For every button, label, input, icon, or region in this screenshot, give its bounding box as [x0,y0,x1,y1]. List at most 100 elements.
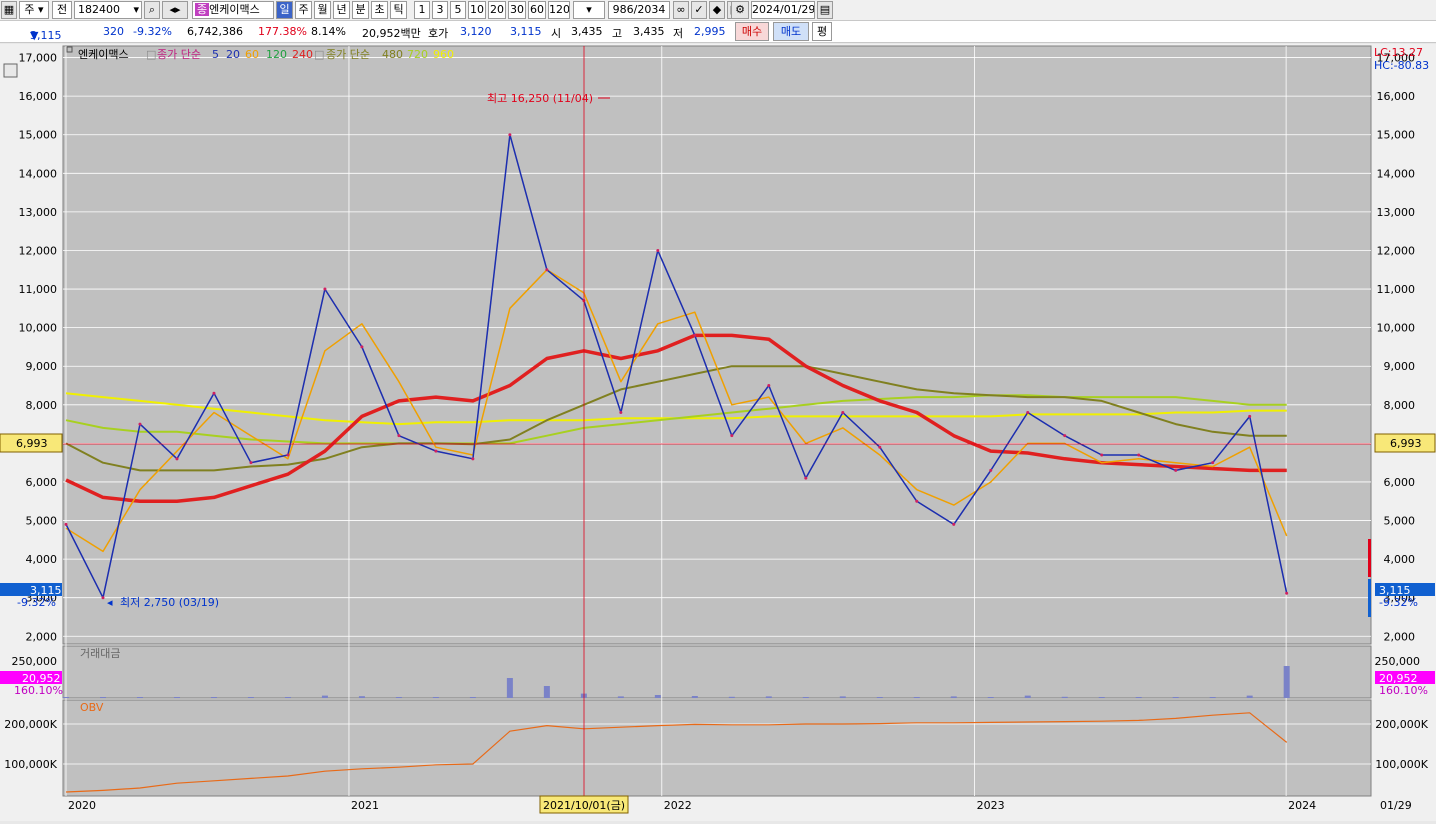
gear-icon[interactable]: ⚙ [731,1,749,19]
volume-bar-28 [1098,697,1105,698]
avg-button[interactable]: 평 [812,22,832,41]
interval-5[interactable]: 5 [450,1,466,19]
interval-120[interactable]: 120 [548,1,570,19]
period-6[interactable]: 틱 [390,1,407,19]
open-label: 시 [551,27,562,40]
close-point-7 [323,287,327,291]
volume-bar-21 [839,696,846,698]
interval-30[interactable]: 30 [508,1,526,19]
period-3[interactable]: 년 [333,1,350,19]
buy-button[interactable]: 매수 [735,22,769,41]
left-tick-11: 6,000 [26,476,58,489]
last-date-label: 01/29 [1380,799,1412,812]
right-tick-7: 10,000 [1377,322,1416,335]
close-point-28 [1100,453,1104,457]
volume-title: 거래대금 [80,647,120,660]
volume-bar-5 [247,697,254,698]
grid-icon[interactable]: ▦ [1,1,17,19]
volume-bar-30 [1172,697,1179,698]
speaker-icon[interactable]: ◂▸ [162,1,188,19]
close-point-21 [841,411,845,415]
interval-3[interactable]: 3 [432,1,448,19]
interval-10[interactable]: 10 [468,1,486,19]
volume-bar-9 [395,697,402,698]
close-point-25 [989,468,993,472]
obv-tick-left-0: 200,000K [4,718,57,731]
high-label: 고 [612,27,623,40]
close-point-16 [656,248,660,252]
full-view-button[interactable]: 전 [52,1,72,19]
left-tick-3: 14,000 [19,167,58,180]
min-arrow-icon: ◂ [107,596,113,609]
volume-bar-6 [284,697,291,698]
volume-bar-2 [136,697,143,698]
volume-bar-8 [358,696,365,698]
stock-code-input[interactable]: 182400 ▾ [74,1,142,19]
search-icon[interactable]: ⌕ [144,1,160,19]
calendar-icon[interactable]: ▤ [817,1,833,19]
volume-bar-24 [950,696,957,698]
legend-ma960: 960 [433,48,454,61]
close-point-27 [1063,434,1067,438]
right-tick-3: 14,000 [1377,167,1416,180]
link-icon[interactable]: ∞ [673,1,689,19]
close-point-11 [471,457,475,461]
right-tick-12: 5,000 [1384,515,1416,528]
last-change-right: -9.32% [1379,596,1418,609]
right-tick-2: 15,000 [1377,129,1416,142]
company-name-field: 종 엔케이맥스 [192,1,274,19]
volume-bar-16 [654,695,661,698]
min-annotation: 최저 2,750 (03/19) [120,596,219,609]
close-point-8 [360,345,364,349]
stock-chart-svg[interactable]: 17,000 16,000 15,000 14,000 13,000 12,000 11,0… [0,44,1436,821]
volume-bar-0 [63,697,69,698]
legend-ma20: 20 [226,48,240,61]
left-tick-4: 13,000 [19,206,58,219]
pin-icon[interactable]: ◆ [709,1,725,19]
price-panel[interactable] [62,45,1372,645]
count-field[interactable]: 986/2034 [608,1,670,19]
volume-bar-7 [321,695,328,698]
tool-icon[interactable]: ✓ [691,1,707,19]
obv-title: OBV [80,701,104,714]
volume-bar-1 [99,697,106,698]
left-tick-6: 11,000 [19,283,58,296]
interval-1[interactable]: 1 [414,1,430,19]
interval-60[interactable]: 60 [528,1,546,19]
mode-select[interactable]: 주 ▾ [19,1,49,19]
close-point-32 [1248,414,1252,418]
period-0[interactable]: 일 [276,1,293,19]
chart-area[interactable]: 17,000 16,000 15,000 14,000 13,000 12,000 11,0… [0,44,1436,821]
volume-bar-20 [802,697,809,698]
volume-bar-12 [506,678,513,698]
volume-panel[interactable] [62,645,1372,699]
volume-bar-32 [1246,695,1253,698]
obv-panel[interactable] [62,699,1372,797]
low-label: 저 [673,27,684,40]
grid-toggle-icon[interactable] [3,63,18,78]
legend-ma-long-label: 종가 단순 [326,48,370,61]
period-4[interactable]: 분 [352,1,369,19]
volume-bar-27 [1061,696,1068,698]
bid-price: 3,120 [460,25,492,38]
period-2[interactable]: 월 [314,1,331,19]
period-5[interactable]: 초 [371,1,388,19]
volume-bar-22 [876,697,883,698]
date-input[interactable]: 2024/01/29 [751,1,815,19]
close-point-15 [619,411,623,415]
vol-tick-right: 250,000 [1375,655,1421,668]
volume-bar-31 [1209,697,1216,698]
legend-ma60: 60 [245,48,259,61]
interval-20[interactable]: 20 [488,1,506,19]
right-tick-13: 4,000 [1384,553,1416,566]
volume-bar-15 [617,696,624,698]
right-tick-5: 12,000 [1377,244,1416,257]
period-1[interactable]: 주 [295,1,312,19]
interval-select[interactable]: ▾ [573,1,605,19]
sell-button[interactable]: 매도 [773,22,809,41]
volume-bar-23 [913,697,920,698]
last-change-left: -9.32% [17,596,56,609]
volume-ratio: 177.38% [258,25,307,38]
left-tick-5: 12,000 [19,244,58,257]
volume-bar-3 [173,697,180,698]
